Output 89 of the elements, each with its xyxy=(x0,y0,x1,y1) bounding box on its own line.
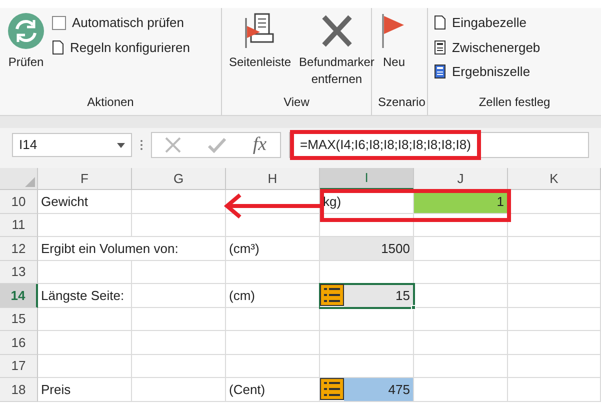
table-cell[interactable]: 1500 xyxy=(320,237,414,260)
fill-handle[interactable] xyxy=(411,304,416,310)
table-cell[interactable] xyxy=(38,308,132,331)
table-cell[interactable] xyxy=(132,190,226,214)
table-cell[interactable] xyxy=(132,331,226,354)
ribbon-button[interactable]: Zwischenergeb xyxy=(434,38,540,57)
ribbon-button[interactable]: Neu xyxy=(378,12,410,93)
more-icon xyxy=(140,139,143,151)
row-header[interactable]: 10 xyxy=(0,190,38,214)
table-cell[interactable] xyxy=(320,308,414,331)
table-cell[interactable] xyxy=(414,308,508,331)
document-icon xyxy=(52,40,64,55)
table-cell[interactable] xyxy=(508,260,601,284)
column-header[interactable]: F xyxy=(38,168,132,190)
table-cell[interactable] xyxy=(132,284,226,308)
table-cell[interactable] xyxy=(508,331,601,354)
name-box[interactable]: I14 xyxy=(12,133,132,157)
table-cell[interactable] xyxy=(38,331,132,354)
ribbon-button[interactable]: Regeln konfigurieren xyxy=(52,38,190,57)
row-header[interactable]: 16 xyxy=(0,331,38,354)
table-cell[interactable] xyxy=(38,354,132,378)
list-marker-icon xyxy=(320,378,344,400)
column-header[interactable]: H xyxy=(226,168,320,190)
select-all-corner[interactable] xyxy=(0,168,38,190)
table-cell[interactable] xyxy=(132,214,226,237)
column-header[interactable]: J xyxy=(414,168,508,190)
row-header[interactable]: 13 xyxy=(0,260,38,284)
table-cell[interactable] xyxy=(226,214,320,237)
row-header[interactable]: 17 xyxy=(0,354,38,378)
group-label: View xyxy=(282,94,310,111)
refresh-icon xyxy=(7,12,45,50)
table-cell[interactable] xyxy=(226,190,320,214)
table-cell[interactable] xyxy=(414,284,508,308)
table-cell[interactable] xyxy=(508,354,601,378)
table-cell[interactable] xyxy=(508,308,601,331)
dropdown-icon xyxy=(117,142,125,148)
table-cell[interactable] xyxy=(226,331,320,354)
table-cell[interactable] xyxy=(508,190,601,214)
row-header[interactable]: 15 xyxy=(0,308,38,331)
table-cell[interactable] xyxy=(508,214,601,237)
cancel-icon[interactable] xyxy=(165,137,182,153)
table-cell[interactable] xyxy=(508,237,601,260)
function-button[interactable]: fx xyxy=(252,130,267,160)
table-cell[interactable] xyxy=(414,260,508,284)
table-cell[interactable] xyxy=(132,308,226,331)
group-label: Aktionen xyxy=(86,94,135,111)
ribbon-button[interactable]: Prüfen xyxy=(6,12,46,93)
table-cell[interactable] xyxy=(132,378,226,402)
table-cell[interactable] xyxy=(320,331,414,354)
table-cell[interactable]: Preis xyxy=(38,378,132,402)
table-cell[interactable] xyxy=(38,214,132,237)
table-cell[interactable] xyxy=(508,284,601,308)
document-icon xyxy=(434,15,446,30)
calculator-icon xyxy=(434,64,446,80)
row-header[interactable]: 14 xyxy=(0,284,38,308)
column-header[interactable]: K xyxy=(508,168,601,190)
column-header[interactable]: G xyxy=(132,168,226,190)
checkbox-label: Automatisch prüfen xyxy=(72,14,184,32)
group-label: Zellen festleg xyxy=(478,94,552,111)
check-icon[interactable] xyxy=(208,137,226,153)
ribbon-button[interactable]: Seitenleiste xyxy=(228,12,292,93)
table-cell[interactable] xyxy=(414,354,508,378)
table-cell[interactable]: Längste Seite: xyxy=(38,284,132,308)
table-cell[interactable] xyxy=(508,378,601,402)
table-cell[interactable] xyxy=(414,331,508,354)
ribbon-button[interactable]: Befundmarker entfernen xyxy=(298,12,376,93)
row-header[interactable]: 18 xyxy=(0,378,38,402)
ribbon-button[interactable]: Eingabezelle xyxy=(434,13,540,32)
table-cell[interactable]: 15 xyxy=(320,284,414,308)
checkbox[interactable] xyxy=(52,16,66,30)
table-cell[interactable] xyxy=(132,260,226,284)
triangle-icon xyxy=(25,177,35,187)
table-cell[interactable] xyxy=(132,354,226,378)
table-cell[interactable]: Ergibt ein Volumen von: xyxy=(38,237,226,260)
column-header[interactable]: I xyxy=(320,168,414,190)
table-cell[interactable] xyxy=(414,378,508,402)
row-header[interactable]: 11 xyxy=(0,214,38,237)
table-cell[interactable] xyxy=(414,237,508,260)
table-cell[interactable] xyxy=(38,260,132,284)
table-cell[interactable]: Gewicht xyxy=(38,190,132,214)
table-cell[interactable] xyxy=(226,308,320,331)
formula-field[interactable]: =MAX(I4;I6;I8;I8;I8;I8;I8;I8;I8) xyxy=(290,130,481,160)
table-cell[interactable]: 475 xyxy=(320,378,414,402)
list-marker-icon xyxy=(320,284,344,306)
calculator-icon xyxy=(434,40,446,55)
ribbon-button[interactable]: Ergebniszelle xyxy=(434,62,540,82)
row-header[interactable]: 12 xyxy=(0,237,38,260)
table-cell[interactable] xyxy=(226,260,320,284)
table-cell[interactable] xyxy=(226,354,320,378)
